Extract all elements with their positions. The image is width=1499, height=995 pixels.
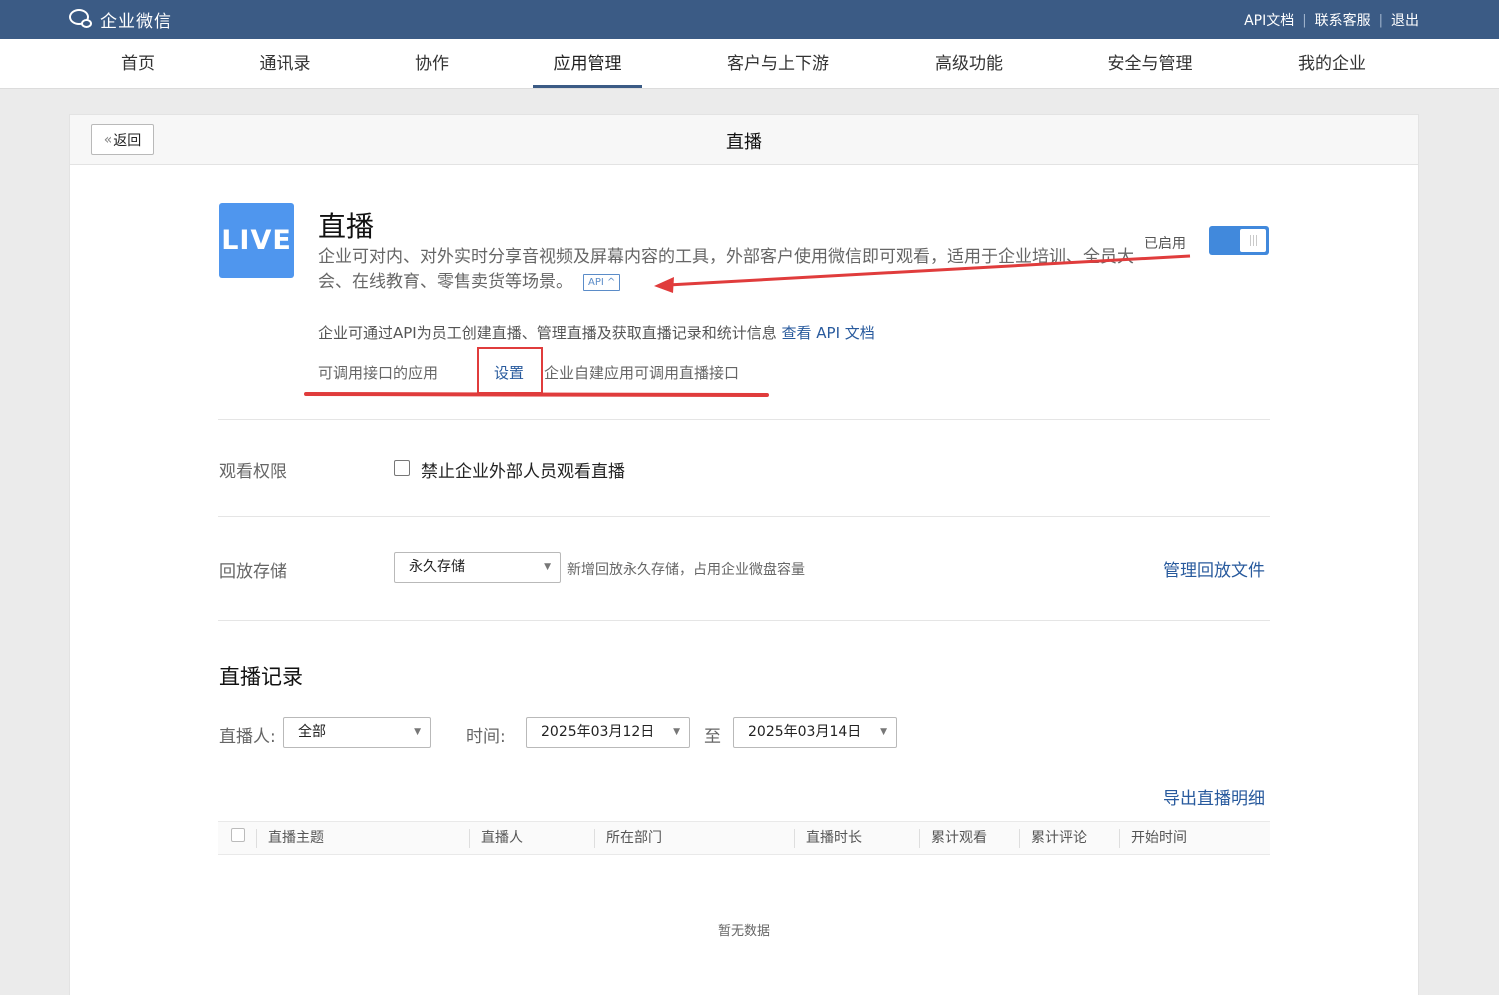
toggle-knob bbox=[1240, 229, 1266, 252]
enable-toggle[interactable] bbox=[1209, 226, 1269, 255]
api-doc-link[interactable]: 查看 API 文档 bbox=[782, 324, 875, 342]
column-header-host[interactable]: 直播人 bbox=[481, 822, 523, 854]
playback-storage-label: 回放存储 bbox=[219, 562, 287, 582]
end-date-value: 2025年03月14日 bbox=[748, 724, 862, 740]
nav-item-contacts[interactable]: 通讯录 bbox=[250, 39, 320, 89]
column-header-comments[interactable]: 累计评论 bbox=[1031, 822, 1087, 854]
start-date-value: 2025年03月12日 bbox=[541, 724, 655, 740]
separator: | bbox=[1302, 12, 1307, 28]
nav-item-advanced[interactable]: 高级功能 bbox=[926, 39, 1012, 89]
app-description-text: 企业可对内、对外实时分享音视频及屏幕内容的工具，外部客户使用微信即可观看，适用于… bbox=[318, 247, 1134, 292]
nav-item-home[interactable]: 首页 bbox=[104, 39, 172, 89]
caret-down-icon: ▼ bbox=[880, 727, 887, 737]
manage-playback-link[interactable]: 管理回放文件 bbox=[1163, 556, 1265, 581]
api-toggle-tag[interactable]: API ^ bbox=[583, 274, 621, 291]
divider bbox=[218, 620, 1270, 621]
nav-item-my-company[interactable]: 我的企业 bbox=[1290, 39, 1374, 89]
time-filter-label: 时间: bbox=[466, 727, 506, 747]
column-separator bbox=[594, 829, 595, 848]
column-header-views[interactable]: 累计观看 bbox=[931, 822, 987, 854]
host-select-value: 全部 bbox=[298, 724, 326, 740]
api-apps-label: 可调用接口的应用 bbox=[318, 364, 439, 382]
block-external-label[interactable]: 禁止企业外部人员观看直播 bbox=[421, 457, 625, 482]
block-external-checkbox[interactable] bbox=[394, 460, 410, 476]
api-info-text: 企业可通过API为员工创建直播、管理直播及获取直播记录和统计信息 bbox=[318, 324, 777, 342]
logo[interactable]: 企业微信 bbox=[68, 7, 172, 32]
watch-permission-label: 观看权限 bbox=[219, 462, 287, 482]
main-nav: 首页 通讯录 协作 应用管理 客户与上下游 高级功能 安全与管理 我的企业 bbox=[0, 39, 1499, 89]
card-header: « 返回 直播 bbox=[70, 115, 1418, 165]
column-header-duration[interactable]: 直播时长 bbox=[806, 822, 862, 854]
caret-down-icon: ▼ bbox=[414, 727, 421, 737]
live-app-icon: LIVE bbox=[219, 203, 294, 278]
nav-item-collaboration[interactable]: 协作 bbox=[404, 39, 460, 89]
logout-link[interactable]: 退出 bbox=[1391, 10, 1419, 30]
logo-text: 企业微信 bbox=[100, 11, 172, 32]
status-label: 已启用 bbox=[1144, 236, 1186, 252]
column-separator bbox=[469, 829, 470, 848]
column-header-topic[interactable]: 直播主题 bbox=[268, 822, 324, 854]
records-table-header: 直播主题 直播人 所在部门 直播时长 累计观看 累计评论 开始时间 bbox=[218, 821, 1270, 855]
column-header-department[interactable]: 所在部门 bbox=[606, 822, 662, 854]
start-date-select[interactable]: 2025年03月12日 ▼ bbox=[526, 717, 690, 748]
top-links: API文档 | 联系客服 | 退出 bbox=[1244, 10, 1419, 30]
divider bbox=[218, 516, 1270, 517]
column-separator bbox=[1119, 829, 1120, 848]
storage-select[interactable]: 永久存储 ▼ bbox=[394, 552, 561, 583]
host-select[interactable]: 全部 ▼ bbox=[283, 717, 431, 748]
column-separator bbox=[256, 829, 257, 848]
end-date-select[interactable]: 2025年03月14日 ▼ bbox=[733, 717, 897, 748]
nav-active-indicator bbox=[533, 85, 642, 88]
page-title: 直播 bbox=[726, 132, 762, 153]
chat-bubbles-icon bbox=[68, 7, 96, 31]
column-separator bbox=[1019, 829, 1020, 848]
api-info: 企业可通过API为员工创建直播、管理直播及获取直播记录和统计信息 查看 API … bbox=[318, 322, 875, 343]
records-title: 直播记录 bbox=[219, 665, 303, 689]
app-name: 直播 bbox=[318, 210, 375, 243]
column-separator bbox=[919, 829, 920, 848]
contact-support-link[interactable]: 联系客服 bbox=[1315, 10, 1371, 30]
select-all-checkbox[interactable] bbox=[231, 828, 245, 842]
export-records-link[interactable]: 导出直播明细 bbox=[1163, 784, 1265, 809]
column-header-start-time[interactable]: 开始时间 bbox=[1131, 822, 1187, 854]
host-filter-label: 直播人: bbox=[219, 727, 276, 747]
separator: | bbox=[1378, 12, 1383, 28]
nav-item-customers[interactable]: 客户与上下游 bbox=[718, 39, 838, 89]
divider bbox=[218, 419, 1270, 420]
app-description: 企业可对内、对外实时分享音视频及屏幕内容的工具，外部客户使用微信即可观看，适用于… bbox=[318, 245, 1148, 295]
caret-down-icon: ▼ bbox=[673, 727, 680, 737]
empty-state-text: 暂无数据 bbox=[717, 924, 770, 939]
date-range-to: 至 bbox=[704, 727, 721, 747]
api-apps-note: 企业自建应用可调用直播接口 bbox=[544, 364, 740, 382]
annotation-box bbox=[477, 347, 543, 394]
storage-note: 新增回放永久存储，占用企业微盘容量 bbox=[567, 562, 805, 578]
nav-item-app-management[interactable]: 应用管理 bbox=[533, 39, 642, 89]
storage-select-value: 永久存储 bbox=[409, 559, 465, 575]
caret-down-icon: ▼ bbox=[544, 562, 551, 572]
top-bar: 企业微信 API文档 | 联系客服 | 退出 bbox=[0, 0, 1499, 39]
column-separator bbox=[794, 829, 795, 848]
api-docs-link[interactable]: API文档 bbox=[1244, 10, 1294, 30]
nav-item-security[interactable]: 安全与管理 bbox=[1098, 39, 1202, 89]
